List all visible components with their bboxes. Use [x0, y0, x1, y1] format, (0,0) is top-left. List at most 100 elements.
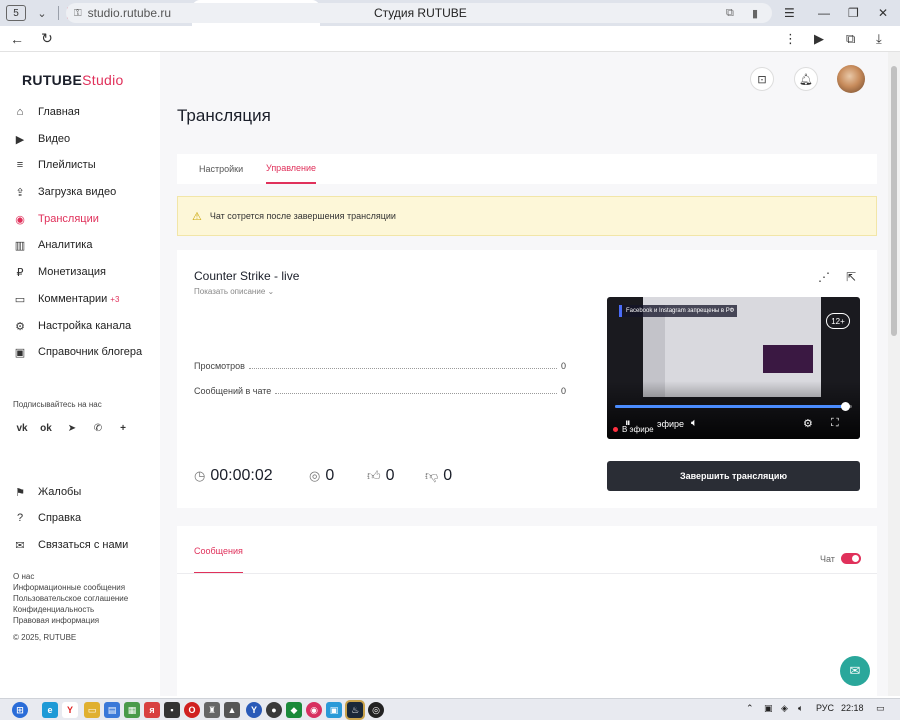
end-broadcast-button[interactable]: Завершить трансляцию: [607, 461, 860, 491]
tab-management[interactable]: Управление: [266, 154, 317, 184]
support-chat-button[interactable]: ✉: [840, 656, 870, 686]
start-icon[interactable]: ⊞: [12, 702, 28, 718]
tab-list-icon[interactable]: ☰: [784, 0, 795, 26]
minimize-icon[interactable]: —: [818, 0, 830, 26]
folder-icon[interactable]: ▭: [84, 702, 100, 718]
tray-icon-1[interactable]: ▣: [764, 703, 773, 714]
help-icon: ?: [16, 512, 24, 524]
copyright: © 2025, RUTUBE: [13, 633, 77, 642]
page-scrollbar[interactable]: [888, 52, 900, 696]
notification-center-icon[interactable]: ▭: [876, 703, 885, 714]
tab-messages[interactable]: Сообщения: [194, 546, 243, 574]
tray-icon-2[interactable]: ◈: [781, 703, 788, 714]
app-icon-1[interactable]: ▤: [104, 702, 120, 718]
tab-search-icon[interactable]: ⌄: [32, 7, 52, 20]
rutube-studio-logo[interactable]: RUTUBEStudio: [22, 72, 124, 88]
browser-menu-icon[interactable]: ⋮: [784, 26, 797, 52]
close-window-icon[interactable]: ✕: [878, 0, 888, 26]
app-icon-8[interactable]: ●: [266, 702, 282, 718]
language-indicator[interactable]: РУС: [816, 703, 834, 713]
more-icon[interactable]: +: [113, 418, 133, 438]
sidebar-item-8[interactable]: ⚙ Настройка канала: [13, 316, 131, 336]
footer-link[interactable]: Информационные сообщения: [13, 583, 125, 592]
maximize-icon[interactable]: ❐: [848, 0, 859, 26]
download-icon[interactable]: ⤓: [876, 26, 882, 52]
collections-icon[interactable]: ⧉: [846, 26, 855, 52]
show-description-link[interactable]: Показать описание ⌄: [194, 287, 274, 296]
site-info-icon[interactable]: ⚿: [74, 8, 82, 19]
stream-preview-player[interactable]: Facebook и Instagram запрещены в РФ 12+ …: [607, 297, 860, 439]
app-icon-11[interactable]: ▣: [326, 702, 342, 718]
app-icon-3[interactable]: я: [144, 702, 160, 718]
app-icon-10[interactable]: ◉: [306, 702, 322, 718]
progress-bar[interactable]: [615, 402, 852, 411]
sidebar-item-label: Аналитика: [38, 239, 93, 251]
sidebar-item-6[interactable]: ₽ Монетизация: [13, 262, 106, 282]
warning-icon: ⚠: [192, 210, 202, 223]
sidebar-item-4[interactable]: ◉ Трансляции: [13, 209, 99, 229]
sidebar-item-label: Главная: [38, 106, 80, 118]
clock-icon: ◷: [194, 468, 206, 483]
speaker-icon[interactable]: 🔈︎: [798, 703, 803, 714]
obs-icon[interactable]: ◎: [368, 702, 384, 718]
volume-icon[interactable]: 🔈︎: [691, 417, 698, 430]
back-icon[interactable]: ←: [4, 31, 30, 47]
steam-icon[interactable]: ♨: [347, 702, 363, 718]
mail-icon: ✉: [15, 539, 25, 552]
sidebar-secondary-item-0[interactable]: ⚑ Жалобы: [13, 482, 81, 502]
edge-icon[interactable]: e: [42, 702, 58, 718]
viber-icon[interactable]: ✆: [88, 418, 108, 438]
sidebar-item-1[interactable]: ▶ Видео: [13, 129, 70, 149]
reload-icon[interactable]: ↻: [34, 30, 60, 47]
settings-icon: ⚙: [15, 320, 25, 333]
viewers-icon: ◎: [309, 468, 321, 483]
app-icon-4[interactable]: ▪: [164, 702, 180, 718]
share-icon[interactable]: ⋰: [818, 270, 830, 284]
sidebar-item-7[interactable]: ▭ Комментарии +3: [13, 289, 120, 309]
app-icon-5[interactable]: ♜: [204, 702, 220, 718]
yandex-icon[interactable]: Y: [62, 702, 78, 718]
vk-icon[interactable]: vk: [12, 418, 32, 438]
clock[interactable]: 22:18: [841, 703, 864, 713]
footer-link[interactable]: О нас: [13, 572, 34, 581]
sidebar-secondary-item-2[interactable]: ✉ Связаться с нами: [13, 535, 128, 555]
fullscreen-icon[interactable]: ⛶: [831, 417, 839, 430]
footer-link[interactable]: Правовая информация: [13, 616, 99, 625]
footer-link[interactable]: Конфиденциальность: [13, 605, 94, 614]
views-stat: Просмотров 0: [194, 361, 566, 371]
app-icon-2[interactable]: ▦: [124, 702, 140, 718]
sidebar-item-0[interactable]: ⌂ Главная: [13, 102, 80, 122]
extensions-icon[interactable]: ⧉: [726, 7, 734, 20]
app-icon-6[interactable]: ▲: [224, 702, 240, 718]
comments-badge: +3: [110, 294, 120, 304]
app-icon-7[interactable]: Y: [246, 702, 262, 718]
sidebar-item-5[interactable]: ▥ Аналитика: [13, 235, 93, 255]
telegram-icon[interactable]: ➤: [62, 418, 82, 438]
notifications-icon[interactable]: 🔔︎: [794, 67, 818, 91]
sidebar-item-9[interactable]: ▣ Справочник блогера: [13, 342, 142, 362]
avatar[interactable]: [837, 65, 865, 93]
opera-icon[interactable]: O: [184, 702, 200, 718]
footer-link[interactable]: Пользовательское соглашение: [13, 594, 128, 603]
open-external-icon[interactable]: ⇱: [846, 270, 856, 284]
dislikes-counter: 👎︎ 0: [425, 467, 453, 484]
media-icon[interactable]: ▶: [814, 26, 824, 52]
sidebar-item-3[interactable]: ⇪ Загрузка видео: [13, 182, 116, 202]
tab-settings[interactable]: Настройки: [199, 154, 243, 184]
chat-card: Сообщения Чат: [177, 526, 877, 696]
tray-expand-icon[interactable]: ⌃: [746, 703, 754, 714]
chat-toggle[interactable]: Чат: [820, 553, 861, 564]
app-icon-9[interactable]: ◆: [286, 702, 302, 718]
ok-icon[interactable]: ok: [36, 418, 56, 438]
chat-switch[interactable]: [840, 553, 861, 564]
progress-knob[interactable]: [840, 402, 850, 411]
url-field[interactable]: ⚿ studio.rutube.ru Студия RUTUBE ⧉ ▮: [66, 3, 772, 23]
bookmark-icon[interactable]: ▮: [752, 7, 758, 20]
viewers-counter: ◎ 0: [309, 467, 335, 484]
player-settings-icon[interactable]: ⚙: [803, 417, 813, 430]
create-button[interactable]: ⊡: [750, 67, 774, 91]
page-title: Трансляция: [177, 106, 271, 125]
sidebar-secondary-item-1[interactable]: ? Справка: [13, 508, 81, 528]
sidebar-item-2[interactable]: ≡ Плейлисты: [13, 155, 96, 175]
tab-count-button[interactable]: 5: [6, 5, 26, 21]
